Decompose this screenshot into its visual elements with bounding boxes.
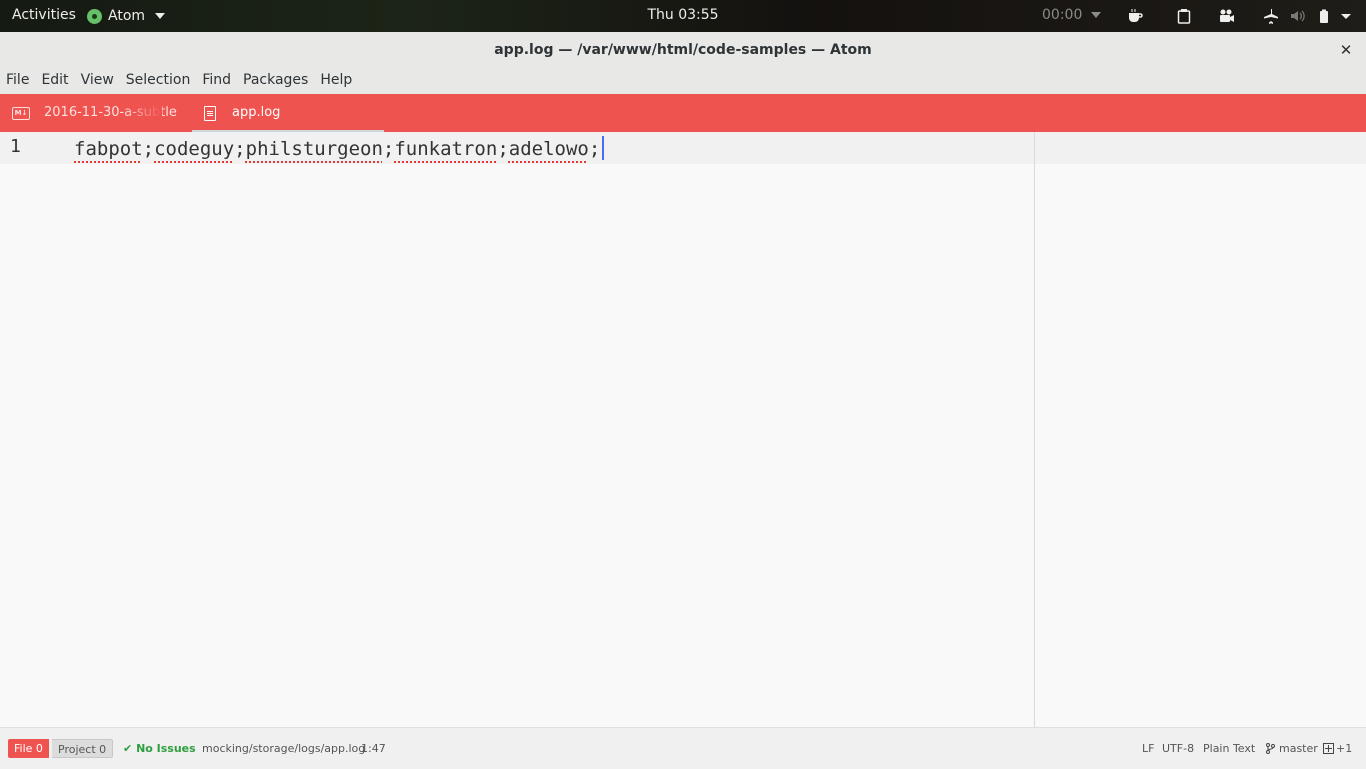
menu-file[interactable]: File [0,68,35,94]
battery-icon[interactable] [1316,8,1332,24]
tab-markdown-file[interactable]: M↓ 2016-11-30-a-subtle [0,94,190,132]
linter-project-button[interactable]: Project 0 [52,739,114,758]
code-token: funkatron [394,138,498,160]
chevron-down-icon [1090,12,1101,18]
code-token: philsturgeon [245,138,383,160]
no-issues-label: No Issues [136,742,196,755]
git-changes[interactable]: +1 [1323,728,1352,769]
code-separator: ; [588,138,601,160]
menu-find[interactable]: Find [196,68,237,94]
lint-status[interactable]: ✔ No Issues [123,728,196,769]
cursor-position[interactable]: 1:47 [361,728,386,769]
wrap-guide [1034,132,1035,727]
clock[interactable]: Thu 03:55 [647,7,718,23]
grammar-selector[interactable]: Plain Text [1203,728,1255,769]
activities-button[interactable]: Activities [12,0,76,32]
close-window-button[interactable]: ✕ [1336,32,1356,68]
tab-fade [122,94,162,132]
video-camera-icon[interactable] [1219,8,1235,24]
clipboard-icon[interactable] [1176,8,1192,24]
file-text-icon [204,106,216,121]
app-menu[interactable]: Atom [87,0,166,32]
chevron-down-icon [155,13,166,19]
linter-file-button[interactable]: File 0 [8,739,49,758]
code-separator: ; [382,138,395,160]
menu-view[interactable]: View [75,68,120,94]
menu-edit[interactable]: Edit [35,68,74,94]
status-bar: File 0 Project 0 ✔ No Issues mocking/sto… [0,727,1366,769]
menu-bar: File Edit View Selection Find Packages H… [0,68,1366,94]
file-issues-count: 0 [35,742,43,755]
text-cursor [602,136,605,160]
menu-selection[interactable]: Selection [120,68,197,94]
git-branch[interactable]: master [1266,728,1318,769]
volume-muted-icon[interactable] [1290,8,1306,24]
git-changes-count: +1 [1336,742,1353,755]
git-branch-label: master [1279,742,1318,755]
code-separator: ; [142,138,155,160]
tab-bar: M↓ 2016-11-30-a-subtle app.log [0,94,1366,132]
code-line[interactable]: fabpot;codeguy;philsturgeon;funkatron;ad… [74,136,605,160]
gnome-top-bar: Activities Atom Thu 03:55 00:00 [0,0,1366,32]
tab-label: app.log [232,105,281,120]
file-issues-label: File [14,742,33,755]
menu-packages[interactable]: Packages [237,68,314,94]
git-added-icon [1323,743,1334,754]
project-issues-count: 0 [99,743,107,756]
window-title: app.log — /var/www/html/code-samples — A… [494,42,872,58]
coffee-cup-icon[interactable] [1127,8,1143,24]
tab-app-log[interactable]: app.log [192,94,384,132]
code-token: codeguy [154,138,235,160]
window-title-bar: app.log — /var/www/html/code-samples — A… [0,32,1366,69]
timer-label: 00:00 [1042,7,1083,23]
encoding-selector[interactable]: UTF-8 [1162,728,1194,769]
project-issues-label: Project [58,743,96,756]
timer-indicator[interactable]: 00:00 [1042,0,1101,32]
code-token: adelowo [508,138,589,160]
system-menu-arrow-icon[interactable] [1338,8,1354,24]
code-separator: ; [234,138,246,160]
line-number: 1 [10,136,21,157]
markdown-icon: M↓ [12,107,30,120]
line-ending-selector[interactable]: LF [1142,728,1154,769]
checkmark-icon: ✔ [123,742,133,755]
code-separator: ; [497,138,509,160]
app-menu-label: Atom [108,7,146,24]
code-token: fabpot [74,138,143,160]
airplane-mode-icon[interactable] [1263,8,1279,24]
atom-logo-icon [87,8,102,24]
clock-container: Thu 03:55 [0,0,1366,32]
editor-pane[interactable]: 1 fabpot;codeguy;philsturgeon;funkatron;… [0,132,1366,727]
git-branch-icon [1266,743,1275,754]
menu-help[interactable]: Help [314,68,358,94]
file-path[interactable]: mocking/storage/logs/app.log [202,728,365,769]
